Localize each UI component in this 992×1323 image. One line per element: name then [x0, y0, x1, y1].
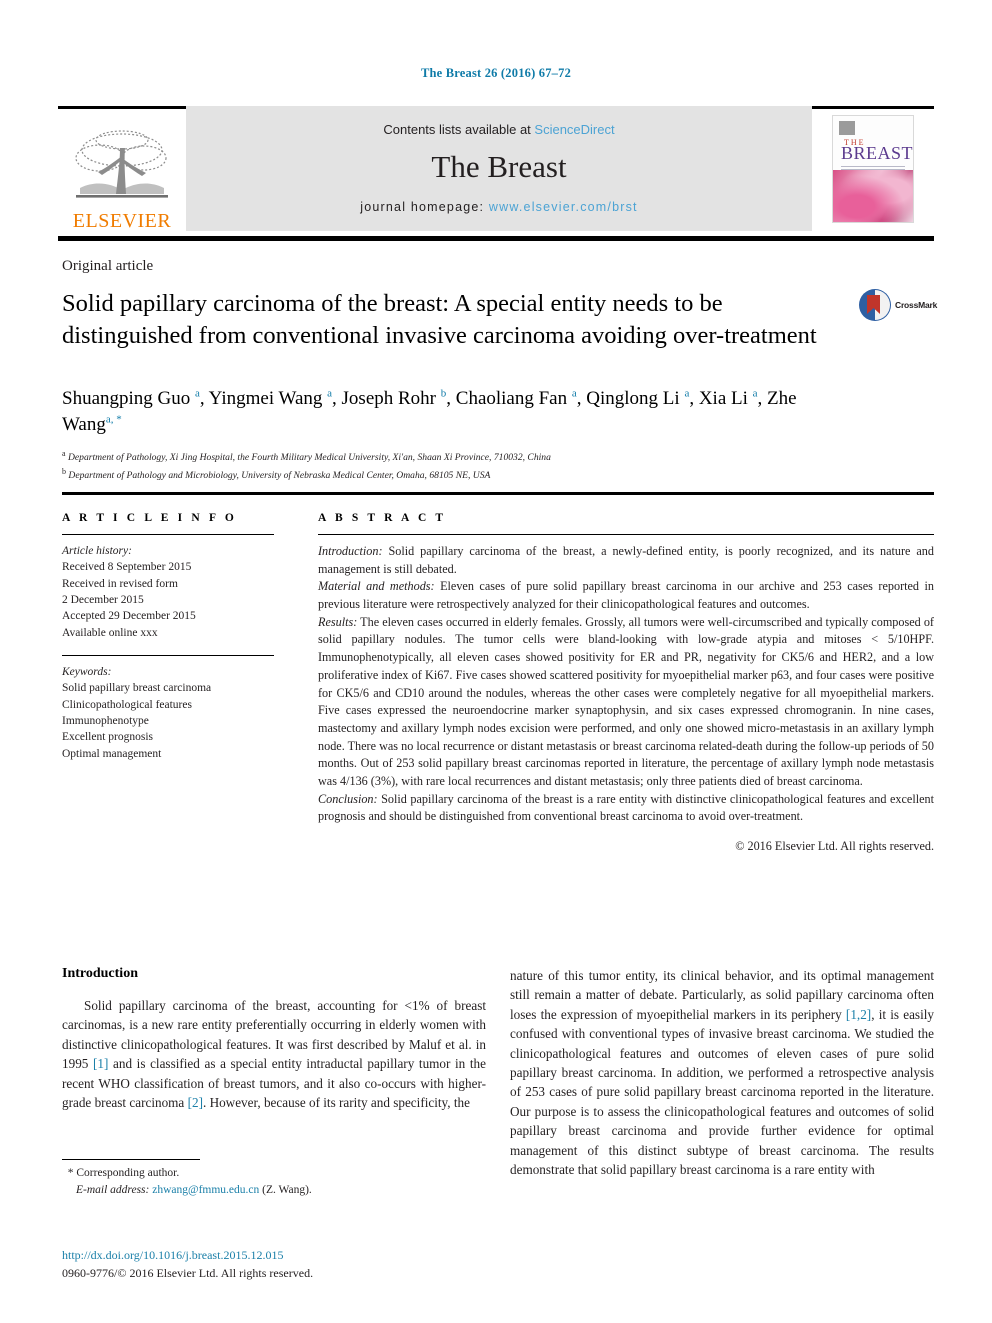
abstract-rule [318, 534, 934, 535]
crossmark-icon [859, 289, 891, 321]
abstract-paragraph: Results: The eleven cases occurred in el… [318, 614, 934, 791]
email-owner: (Z. Wang). [262, 1184, 312, 1197]
journal-banner: ELSEVIER Contents lists available at Sci… [58, 106, 934, 231]
sciencedirect-link[interactable]: ScienceDirect [534, 122, 614, 137]
email-link[interactable]: zhwang@fmmu.edu.cn [152, 1184, 259, 1196]
page-title: Solid papillary carcinoma of the breast:… [62, 290, 817, 349]
abstract-text: Solid papillary carcinoma of the breast … [318, 791, 934, 824]
footnote-rule [62, 1159, 200, 1160]
affiliation-item: b Department of Pathology and Microbiolo… [62, 466, 491, 481]
abstract-text: The eleven cases occurred in elderly fem… [318, 614, 934, 788]
elsevier-tree-icon [75, 130, 168, 198]
section-heading-introduction: Introduction [62, 966, 138, 981]
abstract-text: Solid papillary carcinoma of the breast,… [318, 544, 934, 576]
homepage-url-link[interactable]: www.elsevier.com/brst [489, 200, 638, 214]
doi-link[interactable]: http://dx.doi.org/10.1016/j.breast.2015.… [62, 1246, 522, 1264]
corresponding-author-marker: * [67, 1167, 74, 1179]
article-history-item: 2 December 2015 [62, 593, 144, 606]
journal-homepage-line: journal homepage: www.elsevier.com/brst [360, 200, 637, 214]
keywords-block: Keywords: Solid papillary breast carcino… [62, 664, 274, 762]
body-left-column: Introduction Solid papillary carcinoma o… [62, 966, 486, 1112]
article-info-rule [62, 534, 274, 535]
abstract-body: Introduction: Solid papillary carcinoma … [318, 543, 934, 856]
article-info-section: A R T I C L E I N F O Article history: R… [62, 512, 274, 762]
article-history-item: Received in revised form [62, 577, 178, 590]
homepage-prefix: journal homepage: [360, 199, 489, 214]
abstract-paragraph: Material and methods: Eleven cases of pu… [318, 578, 934, 613]
elsevier-wordmark: ELSEVIER [72, 210, 172, 232]
article-info-heading: A R T I C L E I N F O [62, 512, 237, 524]
article-history-item: Received 8 September 2015 [62, 561, 192, 574]
abstract-lead: Results: [318, 614, 358, 629]
issn-copyright-line: 0960-9776/© 2016 Elsevier Ltd. All right… [62, 1266, 314, 1280]
journal-cover-thumbnail[interactable]: THE BREAST [832, 114, 914, 223]
corresponding-author-line: * Corresponding author. [62, 1165, 486, 1182]
keyword-item: Immunophenotype [62, 714, 149, 727]
banner-bottom-rule [58, 236, 934, 241]
running-head: The Breast 26 (2016) 67–72 [420, 66, 572, 80]
email-label: E-mail address: [76, 1184, 150, 1197]
article-history-item: Accepted 29 December 2015 [62, 610, 196, 623]
introduction-paragraph-right: nature of this tumor entity, its clinica… [510, 968, 934, 1178]
abstract-paragraph: Conclusion: Solid papillary carcinoma of… [318, 791, 934, 826]
email-line: E-mail address: zhwang@fmmu.edu.cn (Z. W… [62, 1182, 486, 1199]
cover-publisher-logo-icon [839, 120, 855, 135]
corresponding-author-label: Corresponding author. [76, 1167, 180, 1179]
info-section-top-rule [62, 492, 934, 495]
journal-title: The Breast [431, 148, 567, 184]
keyword-item: Clinicopathological features [62, 698, 192, 711]
affiliation-list: a Department of Pathology, Xi Jing Hospi… [62, 448, 852, 483]
abstract-lead: Conclusion: [318, 791, 378, 806]
article-history-block: Article history: Received 8 September 20… [62, 543, 274, 641]
keywords-label: Keywords: [62, 665, 112, 678]
journal-article-page: The Breast 26 (2016) 67–72 ELSEVIER Cont… [0, 0, 992, 1323]
doi-block: http://dx.doi.org/10.1016/j.breast.2015.… [62, 1246, 522, 1282]
footnote-block: * Corresponding author. E-mail address: … [62, 1165, 486, 1200]
affiliation-item: a Department of Pathology, Xi Jing Hospi… [62, 449, 551, 464]
article-history-item: Available online xxx [62, 626, 158, 639]
author-list: Shuangping Guo a, Yingmei Wang a, Joseph… [62, 387, 797, 436]
banner-center: Contents lists available at ScienceDirec… [186, 106, 812, 231]
abstract-copyright: © 2016 Elsevier Ltd. All rights reserved… [735, 839, 934, 853]
abstract-section: A B S T R A C T Introduction: Solid papi… [318, 512, 934, 856]
cover-artwork [833, 169, 913, 222]
introduction-paragraph-left: Solid papillary carcinoma of the breast,… [62, 998, 486, 1111]
abstract-heading: A B S T R A C T [318, 512, 447, 524]
article-type-label: Original article [62, 258, 154, 274]
crossmark-badge[interactable]: CrossMark [858, 288, 938, 322]
abstract-paragraph: Introduction: Solid papillary carcinoma … [318, 543, 934, 578]
abstract-lead: Material and methods: [318, 579, 435, 594]
article-history-label: Article history: [62, 545, 132, 557]
body-right-column: nature of this tumor entity, its clinica… [510, 966, 934, 1179]
keyword-item: Solid papillary breast carcinoma [62, 682, 212, 695]
abstract-lead: Introduction: [318, 544, 383, 558]
contents-prefix: Contents lists available at [383, 121, 535, 137]
cover-breast-text: BREAST [841, 142, 914, 163]
elsevier-logo[interactable]: ELSEVIER [58, 106, 186, 231]
contents-available-line: Contents lists available at ScienceDirec… [383, 122, 614, 137]
keyword-item: Excellent prognosis [62, 731, 154, 744]
keywords-rule [62, 654, 274, 656]
journal-cover-container: THE BREAST [812, 106, 934, 231]
keyword-item: Optimal management [62, 747, 162, 760]
crossmark-label: CrossMark [895, 300, 938, 310]
